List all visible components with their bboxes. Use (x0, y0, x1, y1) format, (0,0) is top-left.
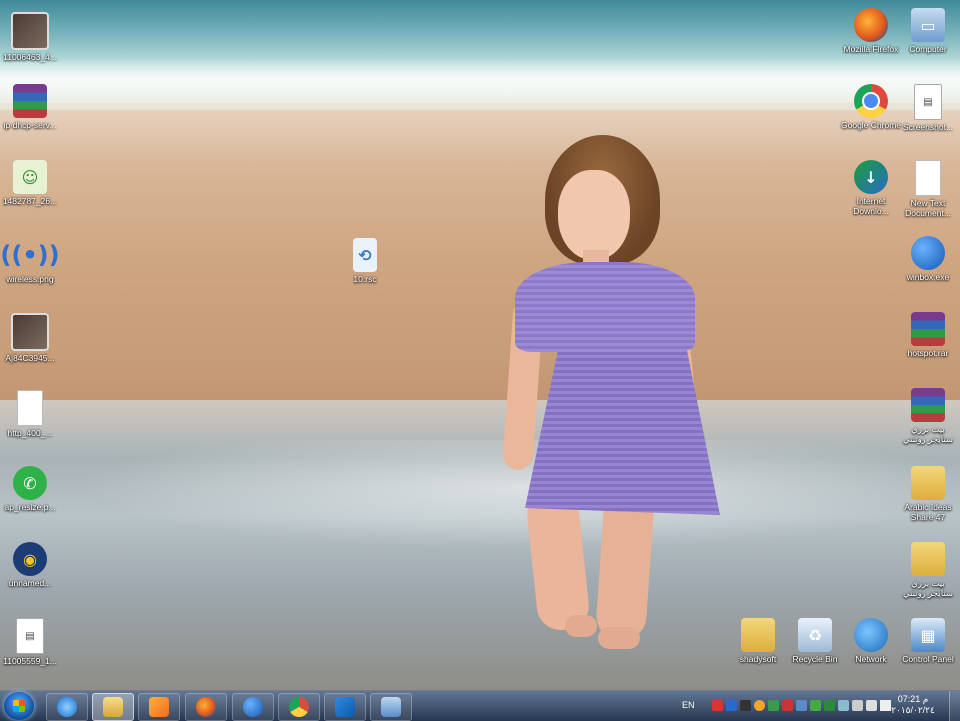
winbox-icon (243, 697, 263, 717)
taskbar-teamviewer[interactable] (324, 693, 366, 721)
desktop-icon-computer[interactable]: ▭ Computer (898, 8, 958, 54)
desktop-icon-whatsapp[interactable]: ✆ ap_resize.p... (0, 466, 60, 512)
wallpaper-sand (0, 110, 960, 440)
desktop-icon-wireless[interactable]: ((•)) wireless.png (0, 238, 60, 284)
desktop-icon-dhcp-rar[interactable]: ip dhcp-serv... (0, 84, 60, 130)
clock-time: 07:21 م (897, 694, 929, 704)
desktop-icon-arabic-rar[interactable]: بيت برزي ستايجر روتنتي (898, 388, 958, 444)
script-file-icon: ⟲ (353, 238, 377, 272)
system-tray: EN 07:21 م ٢٠١٥/٠٢/٢٤ (660, 691, 960, 721)
desktop-icon-idm[interactable]: ↓ Internet Downlo... (841, 160, 901, 216)
folder-explorer-icon (103, 697, 123, 717)
wifi-app-icon: ◉ (13, 542, 47, 576)
png-image-icon: ☺ (13, 160, 47, 194)
whatsapp-icon: ✆ (13, 466, 47, 500)
desktop-icon-chrome[interactable]: Google Chrome (841, 84, 901, 130)
screenshot-file-icon: ▤ (16, 618, 44, 654)
start-button[interactable] (4, 692, 34, 720)
language-indicator[interactable]: EN (682, 700, 695, 710)
media-player-icon (149, 697, 169, 717)
desktop-icon-screenshot[interactable]: ▤ Screenshot... (898, 84, 958, 132)
taskbar-clock[interactable]: 07:21 م ٢٠١٥/٠٢/٢٤ (882, 694, 944, 716)
network-signal-icon[interactable] (852, 700, 863, 711)
tray-app-icon[interactable] (782, 700, 793, 711)
text-document-icon (915, 160, 941, 196)
taskbar-windows-explorer[interactable] (92, 693, 134, 721)
winrar-archive-icon (911, 312, 945, 346)
desktop-icon-new-text-doc[interactable]: New Text Document... (898, 160, 958, 218)
tray-app-icon[interactable] (740, 700, 751, 711)
control-panel-icon: ▦ (911, 618, 945, 652)
wireless-image-icon: ((•)) (0, 241, 60, 269)
desktop-wallpaper (0, 0, 960, 720)
computer-icon: ▭ (911, 8, 945, 42)
folder-icon (911, 466, 945, 500)
network-icon (854, 618, 888, 652)
taskbar-window-app[interactable] (370, 693, 412, 721)
wallpaper-wave (0, 58, 960, 103)
desktop-icon-photo-2[interactable]: Aj84C3945... (0, 313, 60, 363)
taskbar: EN 07:21 م ٢٠١٥/٠٢/٢٤ (0, 690, 960, 721)
wallpaper-reflection (0, 440, 960, 560)
desktop-icon-rsc-file[interactable]: ⟲ 10.rsc (335, 238, 395, 284)
photo-thumbnail-icon (11, 313, 49, 351)
folder-icon (911, 542, 945, 576)
tray-app-icon[interactable] (768, 700, 779, 711)
winrar-archive-icon (13, 84, 47, 118)
taskbar-internet-explorer[interactable] (46, 693, 88, 721)
clock-date: ٢٠١٥/٠٢/٢٤ (891, 705, 935, 715)
tray-app-icon[interactable] (810, 700, 821, 711)
taskbar-winbox[interactable] (232, 693, 274, 721)
wallpaper-child-foot (565, 615, 597, 637)
teamviewer-icon (335, 697, 355, 717)
desktop-icon-arabic-ideas-folder[interactable]: Arabic Ideas Share 47 (898, 466, 958, 522)
internet-explorer-icon (57, 697, 77, 717)
desktop-icon-http-file[interactable]: http_400_... (0, 390, 60, 438)
desktop-icon-png[interactable]: ☺ 1482787_26... (0, 160, 60, 206)
volume-icon[interactable] (866, 700, 877, 711)
taskbar-firefox[interactable] (185, 693, 227, 721)
wallpaper-child-foot (598, 627, 640, 649)
recycle-bin-icon: ♻ (798, 618, 832, 652)
chrome-icon (854, 84, 888, 118)
desktop-icon-arabic-folder[interactable]: بيت برزي ستايجر روتنتي (898, 542, 958, 598)
desktop-icon-firefox[interactable]: Mozilla Firefox (841, 8, 901, 54)
tray-app-icon[interactable] (712, 700, 723, 711)
windows-start-icon (13, 700, 25, 712)
screenshot-file-icon: ▤ (914, 84, 942, 120)
desktop-icon-shadysoft[interactable]: shadysoft (728, 618, 788, 664)
tray-app-icon[interactable] (824, 700, 835, 711)
blank-document-icon (17, 390, 43, 426)
wallpaper-child-dress (515, 262, 695, 352)
desktop-icon-wifi-app[interactable]: ◉ unnamed... (0, 542, 60, 588)
window-icon (381, 697, 401, 717)
chrome-icon (289, 697, 309, 717)
desktop-icon-network[interactable]: Network (841, 618, 901, 664)
desktop-icon-screenshot-left[interactable]: ▤ 11005559_1... (0, 618, 60, 666)
show-desktop-button[interactable] (949, 691, 960, 721)
tray-app-icon[interactable] (796, 700, 807, 711)
firefox-icon (196, 697, 216, 717)
desktop-icon-photo[interactable]: 11006463_4... (0, 12, 60, 62)
desktop-icon-control-panel[interactable]: ▦ Control Panel (898, 618, 958, 664)
tray-skype-icon[interactable] (726, 700, 737, 711)
tray-app-icon[interactable] (838, 700, 849, 711)
winrar-archive-icon (911, 388, 945, 422)
internet-download-manager-icon: ↓ (854, 160, 888, 194)
winbox-icon (911, 236, 945, 270)
tray-app-icon[interactable] (754, 700, 765, 711)
firefox-icon (854, 8, 888, 42)
user-folder-icon (741, 618, 775, 652)
taskbar-chrome[interactable] (278, 693, 320, 721)
desktop-icon-recycle-bin[interactable]: ♻ Recycle Bin (785, 618, 845, 664)
wallpaper-child-face (558, 170, 630, 260)
desktop-icon-winbox[interactable]: winbox.exe (898, 236, 958, 282)
photo-thumbnail-icon (11, 12, 49, 50)
taskbar-media-player[interactable] (138, 693, 180, 721)
desktop-icon-hotspot-rar[interactable]: hotspot.rar (898, 312, 958, 358)
